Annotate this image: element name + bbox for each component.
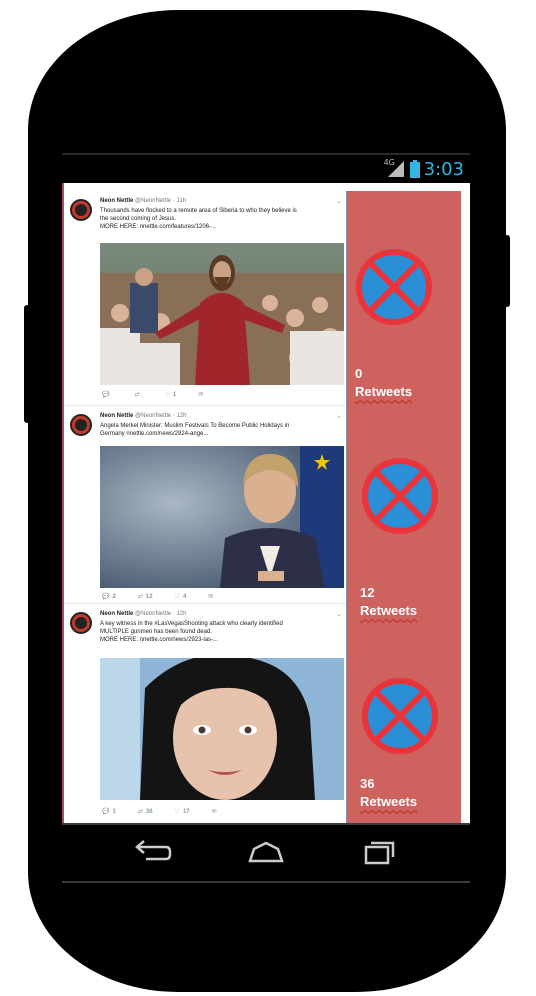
tweet-actions: 💬 2 ⇄ 12 ♡ 4 ✉	[102, 593, 213, 601]
retweet-label: Retweets	[355, 384, 413, 399]
avatar[interactable]	[70, 612, 92, 634]
tweet-author[interactable]: Neon Nettle	[100, 198, 133, 204]
reply-button[interactable]: 💬 1	[102, 808, 116, 816]
recent-apps-icon[interactable]	[360, 837, 400, 867]
tweet-author[interactable]: Neon Nettle	[100, 413, 133, 419]
tweet-header: Neon Nettle @NeonNettle · 12h	[100, 413, 186, 419]
tweet-text-line: Angela Merkel Minister: Muslim Festivals…	[100, 423, 290, 429]
avatar[interactable]	[70, 199, 92, 221]
tweet-card[interactable]: Neon Nettle @NeonNettle · 11h ⌄ Thousand…	[66, 191, 346, 405]
chevron-down-icon[interactable]: ⌄	[336, 412, 342, 420]
battery-icon	[409, 160, 420, 178]
signal-icon: 4G	[383, 158, 406, 179]
tweet-text-line: MULTIPLE gunmen has been found dead.	[100, 629, 212, 635]
chevron-down-icon[interactable]: ⌄	[336, 610, 342, 618]
status-clock: 3:03	[423, 158, 464, 180]
retweet-label: Retweets	[360, 603, 418, 618]
tweet-image-portrait[interactable]	[100, 446, 344, 588]
tweet-text-line: the second coming of Jesus.	[100, 216, 177, 222]
like-button[interactable]: ♡ 1	[165, 391, 177, 399]
app-screen: Neon Nettle @NeonNettle · 11h ⌄ Thousand…	[62, 183, 470, 823]
tweet-link[interactable]: MORE HERE: nnettle.com/features/1206-...	[100, 223, 340, 231]
retweet-button[interactable]: ⇄ 36	[138, 808, 153, 816]
retweet-panel: 0 Retweets 12 Retweets 36 Retweets	[346, 191, 461, 823]
tweet-text: A key witness in the #LasVegasShooting a…	[100, 620, 340, 644]
tweet-card[interactable]: Neon Nettle @NeonNettle · 12h ⌄ A key wi…	[66, 604, 346, 823]
power-button	[504, 235, 510, 307]
tweet-actions: 💬 ⇄ ♡ 1 ✉	[102, 391, 203, 399]
tweet-text: Thousands have flocked to a remote area …	[100, 207, 340, 231]
home-icon[interactable]	[246, 837, 286, 867]
no-parking-icon	[362, 678, 438, 754]
navigation-bar	[62, 823, 470, 883]
no-parking-icon	[356, 249, 432, 325]
retweet-button[interactable]: ⇄ 12	[138, 593, 153, 601]
back-icon[interactable]	[132, 837, 172, 867]
tweet-card[interactable]: Neon Nettle @NeonNettle · 12h ⌄ Angela M…	[66, 406, 346, 606]
tweet-text-line: A key witness in the #LasVegasShooting a…	[100, 621, 283, 627]
no-parking-icon	[362, 458, 438, 534]
tweet-header: Neon Nettle @NeonNettle · 12h	[100, 611, 186, 617]
volume-button	[24, 305, 30, 423]
tweet-link[interactable]: Germany nnettle.com/news/2924-ange...	[100, 430, 340, 438]
retweet-count: 12	[360, 585, 375, 600]
retweet-label: Retweets	[360, 794, 418, 809]
chevron-down-icon[interactable]: ⌄	[336, 197, 342, 205]
tweet-feed[interactable]: Neon Nettle @NeonNettle · 11h ⌄ Thousand…	[62, 183, 346, 823]
retweet-button[interactable]: ⇄	[134, 391, 142, 398]
retweet-count: 36	[360, 776, 375, 791]
message-button[interactable]: ✉	[212, 808, 217, 815]
message-button[interactable]: ✉	[198, 391, 203, 398]
like-button[interactable]: ♡ 4	[175, 593, 187, 601]
tweet-link[interactable]: MORE HERE: nnettle.com/news/2923-las-...	[100, 636, 340, 644]
avatar[interactable]	[70, 414, 92, 436]
message-button[interactable]: ✉	[208, 593, 213, 600]
tweet-image-crowd[interactable]	[100, 243, 344, 385]
reply-button[interactable]: 💬	[102, 391, 112, 398]
tweet-handle: @NeonNettle · 12h	[135, 413, 187, 419]
retweet-count: 0	[355, 366, 363, 381]
tweet-author[interactable]: Neon Nettle	[100, 611, 133, 617]
tweet-text-line: Thousands have flocked to a remote area …	[100, 208, 297, 214]
tweet-handle: @NeonNettle · 12h	[135, 611, 187, 617]
status-bar: 4G 3:03	[62, 153, 470, 183]
tweet-actions: 💬 1 ⇄ 36 ♡ 17 ✉	[102, 808, 217, 816]
tweet-header: Neon Nettle @NeonNettle · 11h	[100, 198, 186, 204]
network-type: 4G	[383, 158, 395, 167]
like-button[interactable]: ♡ 17	[175, 808, 190, 816]
tweet-text: Angela Merkel Minister: Muslim Festivals…	[100, 422, 340, 438]
tweet-handle: @NeonNettle · 11h	[135, 198, 187, 204]
tweet-image-face[interactable]	[100, 658, 344, 800]
reply-button[interactable]: 💬 2	[102, 593, 116, 601]
